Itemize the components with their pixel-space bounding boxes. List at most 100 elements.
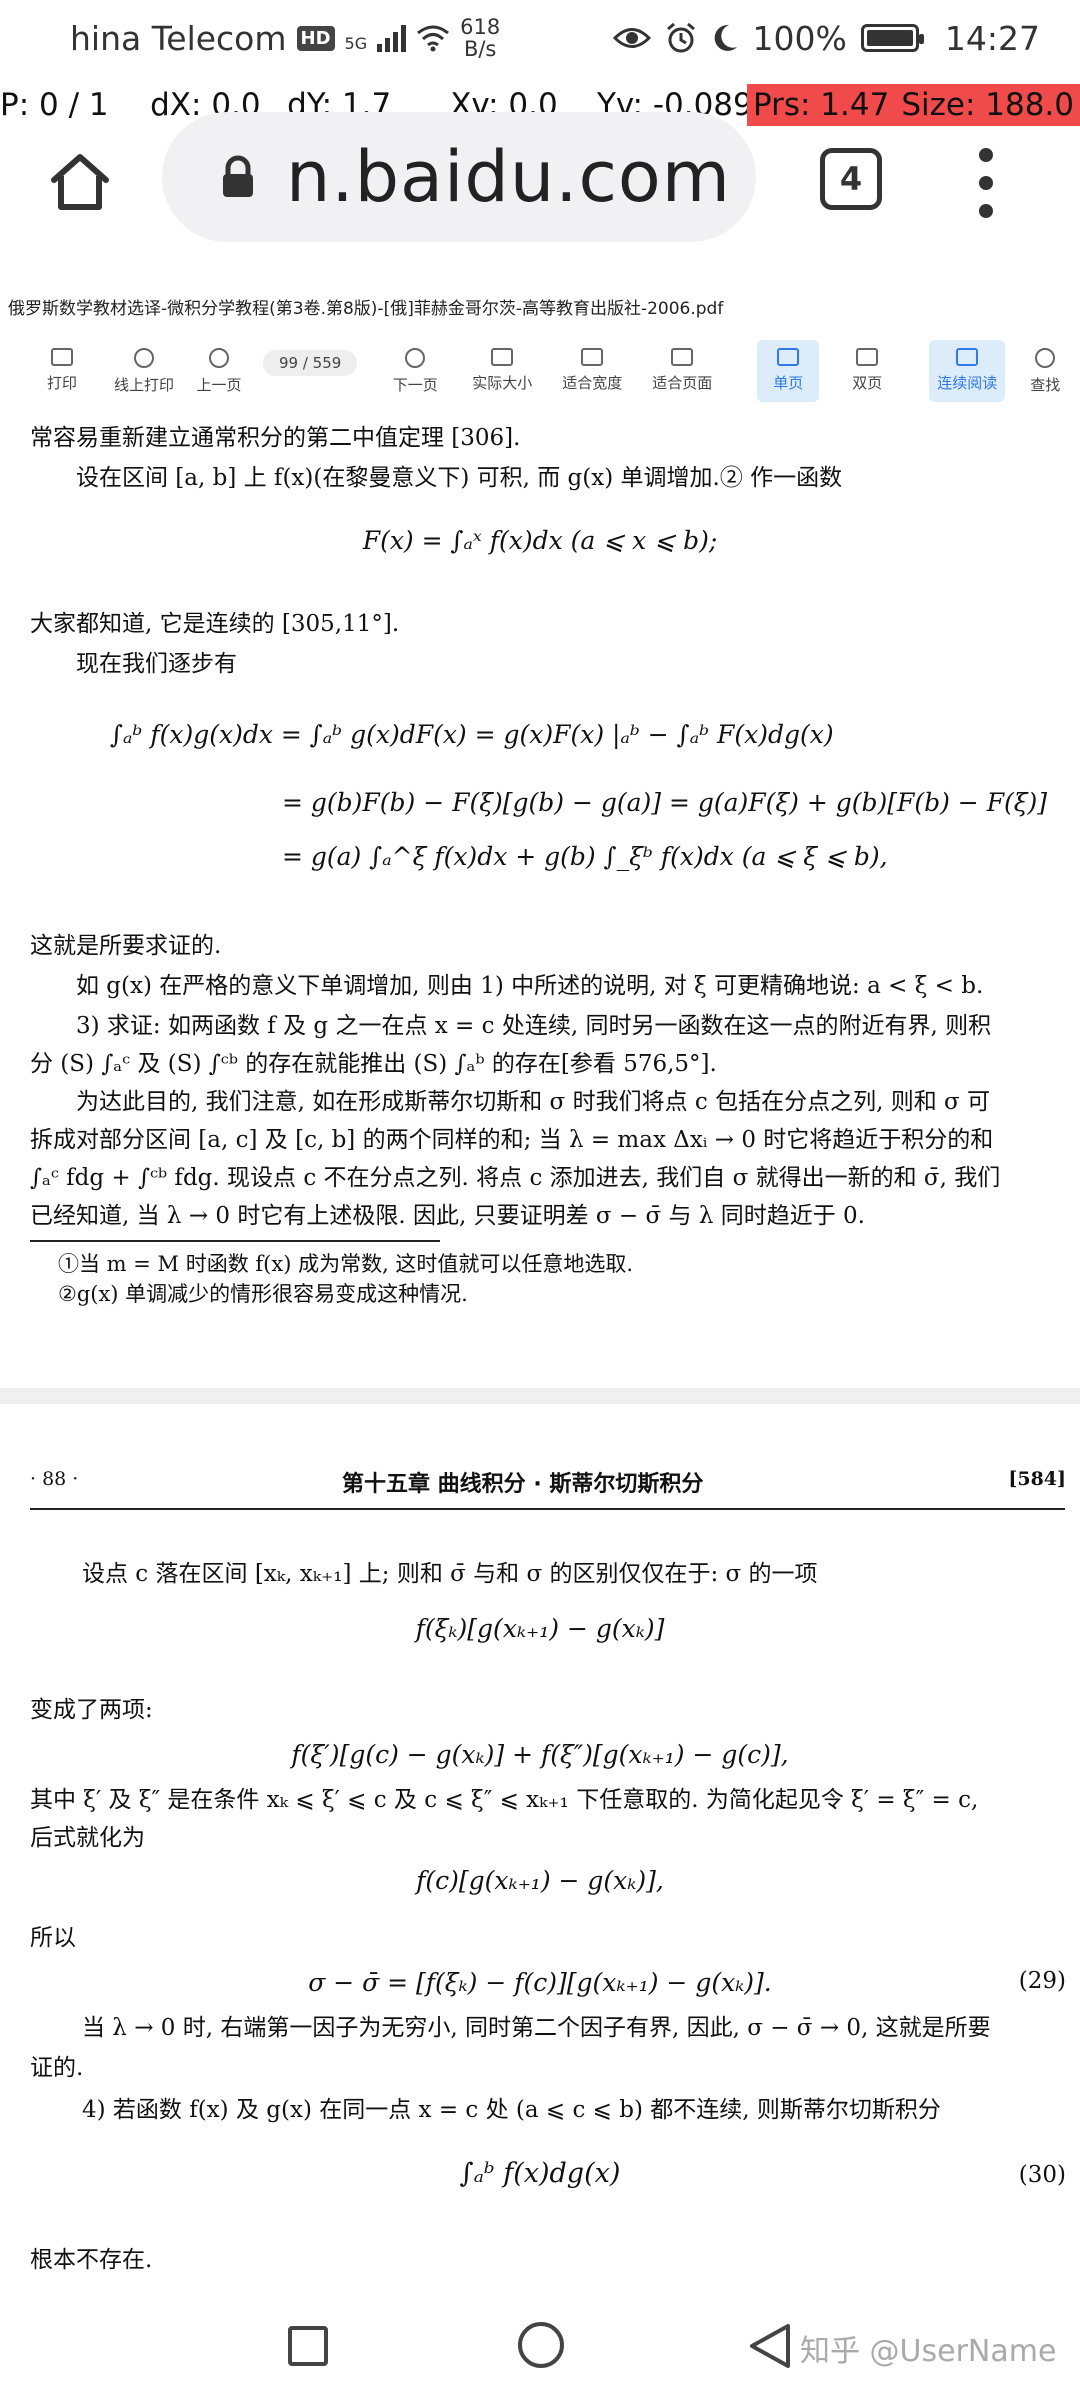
home-button[interactable] — [0, 112, 160, 252]
search-label: 查找 — [1030, 376, 1061, 394]
network-speed: 618 B/s — [460, 16, 500, 60]
equation-F: F(x) = ∫ₐˣ f(x)dx (a ⩽ x ⩽ b); — [362, 526, 718, 555]
single-page-button[interactable]: 单页 — [757, 340, 820, 402]
continuous-read-icon — [956, 348, 979, 366]
equation-number: (29) — [1018, 1968, 1066, 1994]
footnote-separator — [30, 1240, 440, 1242]
url-text: n.baidu.com — [286, 136, 731, 218]
cloud-print-icon — [134, 348, 154, 368]
actual-size-icon — [491, 348, 514, 366]
page-number: · 88 · — [30, 1468, 79, 1490]
speed-value: 618 — [460, 15, 501, 39]
continuous-read-label: 连续阅读 — [937, 374, 998, 392]
footnote: ①当 m = M 时函数 f(x) 成为常数, 这时值就可以任意地选取. — [58, 1252, 634, 1276]
equation-5: f(ξ′)[g(c) − g(xₖ)] + f(ξ″)[g(xₖ₊₁) − g(… — [291, 1740, 789, 1769]
doc-text-line: 当 λ → 0 时, 右端第一因子为无穷小, 同时第二个因子有界, 因此, σ … — [82, 2015, 991, 2041]
network-type: 5G — [344, 34, 368, 53]
clock-time: 14:27 — [944, 18, 1040, 58]
carrier-name: hina Telecom — [70, 18, 287, 58]
printer-icon — [51, 348, 73, 366]
equation-line-3: = g(a) ∫ₐ^ξ f(x)dx + g(b) ∫_ξᵇ f(x)dx (a… — [282, 842, 888, 871]
doc-text-line: 这就是所要求证的. — [30, 933, 222, 959]
search-button[interactable]: 查找 — [1023, 340, 1067, 395]
fit-page-icon — [671, 348, 694, 366]
single-page-icon — [777, 348, 800, 366]
equation-number: (30) — [1018, 2162, 1066, 2188]
battery-percent: 100% — [752, 18, 847, 58]
fit-width-label: 适合宽度 — [562, 374, 623, 392]
tab-switcher-button[interactable]: 4 — [820, 148, 882, 210]
battery-icon — [860, 24, 924, 52]
doc-text-line: 证的. — [30, 2055, 84, 2081]
overflow-menu-button[interactable] — [966, 148, 1006, 218]
recents-button[interactable] — [288, 2326, 328, 2366]
doc-text-line: 分 (S) ∫ₐᶜ 及 (S) ∫ᶜᵇ 的存在就能推出 (S) ∫ₐᵇ 的存在[… — [30, 1051, 717, 1077]
doc-text-line: 其中 ξ′ 及 ξ″ 是在条件 xₖ ⩽ ξ′ ⩽ c 及 c ⩽ ξ″ ⩽ x… — [30, 1787, 979, 1813]
actual-size-button[interactable]: 实际大小 — [467, 340, 537, 393]
double-page-button[interactable]: 双页 — [843, 340, 891, 393]
equation-line-2: = g(b)F(b) − F(ξ)[g(b) − g(a)] = g(a)F(ξ… — [282, 788, 1048, 817]
fit-page-button[interactable]: 适合页面 — [647, 340, 717, 393]
doc-text-line: 常容易重新建立通常积分的第二中值定理 [306]. — [30, 425, 521, 451]
prev-page-button[interactable]: 上一页 — [191, 340, 247, 395]
eye-icon — [612, 28, 651, 48]
chapter-header: 第十五章 曲线积分 · 斯蒂尔切斯积分 — [342, 1472, 704, 1497]
equation-4: f(ξₖ)[g(xₖ₊₁) − g(xₖ)] — [415, 1614, 665, 1643]
home-icon — [51, 154, 109, 210]
page-code: [584] — [1008, 1468, 1066, 1490]
single-page-label: 单页 — [773, 374, 804, 392]
doc-text-line: 根本不存在. — [30, 2247, 153, 2273]
doc-text-line: 大家都知道, 它是连续的 [305,11°]. — [30, 611, 400, 637]
prev-page-label: 上一页 — [196, 376, 242, 394]
doc-text-line: 后式就化为 — [30, 1825, 145, 1851]
continuous-read-button[interactable]: 连续阅读 — [929, 340, 1006, 402]
status-right: 100% 14:27 — [612, 18, 1040, 58]
actual-size-label: 实际大小 — [472, 374, 533, 392]
chevron-left-icon — [209, 348, 229, 368]
status-bar: hina Telecom HD 5G 618 B/s 100% 14:27 — [0, 0, 1080, 76]
browser-toolbar: n.baidu.com 4 — [0, 112, 1080, 252]
home-nav-button[interactable] — [518, 2322, 564, 2368]
speed-unit: B/s — [463, 37, 497, 61]
doc-text-line: 3) 求证: 如两函数 f 及 g 之一在点 x = c 处连续, 同时另一函数… — [76, 1013, 992, 1039]
doc-text-line: 现在我们逐步有 — [76, 651, 237, 677]
search-icon — [1035, 348, 1056, 368]
chevron-right-icon — [405, 348, 426, 368]
online-print-button[interactable]: 线上打印 — [109, 340, 179, 395]
alarm-icon — [666, 22, 695, 53]
doc-text-line: 设点 c 落在区间 [xₖ, xₖ₊₁] 上; 则和 σ̄ 与和 σ 的区别仅仅… — [82, 1561, 818, 1587]
hd-badge: HD — [296, 25, 335, 51]
doc-text-line: 设在区间 [a, b] 上 f(x)(在黎曼意义下) 可积, 而 g(x) 单调… — [76, 465, 843, 491]
doc-text-line: 4) 若函数 f(x) 及 g(x) 在同一点 x = c 处 (a ⩽ c ⩽… — [82, 2097, 941, 2123]
equation-7: σ − σ̄ = [f(ξₖ) − f(c)][g(xₖ₊₁) − g(xₖ)]… — [308, 1968, 772, 1997]
fit-width-button[interactable]: 适合宽度 — [557, 340, 627, 393]
doc-text-line: 已经知道, 当 λ → 0 时它有上述极限. 因此, 只要证明差 σ − σ̄ … — [30, 1203, 865, 1229]
equation-8: ∫ₐᵇ f(x)dg(x) — [459, 2158, 621, 2189]
page-indicator[interactable]: 99 / 559 — [263, 350, 358, 376]
address-bar[interactable]: n.baidu.com — [162, 112, 756, 242]
header-rule — [30, 1508, 1065, 1510]
print-label: 打印 — [46, 374, 77, 392]
next-page-button[interactable]: 下一页 — [387, 340, 443, 395]
equation-6: f(c)[g(xₖ₊₁) − g(xₖ)], — [416, 1866, 664, 1895]
fit-page-label: 适合页面 — [652, 374, 713, 392]
pdf-file-title: 俄罗斯数学教材选译-微积分学教程(第3卷.第8版)-[俄]菲赫金哥尔茨-高等教育… — [8, 299, 724, 319]
doc-text-line: 如 g(x) 在严格的意义下单调增加, 则由 1) 中所述的说明, 对 ξ 可更… — [76, 973, 984, 999]
pdf-toolbar: 打印 线上打印 上一页 99 / 559 下一页 实际大小 适合宽度 适合页面 … — [0, 340, 1080, 418]
tab-count: 4 — [839, 160, 863, 198]
page-separator — [0, 1388, 1080, 1404]
fit-width-icon — [581, 348, 604, 366]
double-page-label: 双页 — [852, 374, 883, 392]
status-left: hina Telecom HD 5G 618 B/s — [70, 16, 613, 60]
print-button[interactable]: 打印 — [40, 340, 84, 393]
doc-text-line: 为达此目的, 我们注意, 如在形成斯蒂尔切斯和 σ 时我们将点 c 包括在分点之… — [76, 1089, 991, 1115]
wifi-icon — [417, 25, 450, 52]
back-triangle-icon[interactable] — [748, 2322, 792, 2370]
signal-icon — [377, 24, 407, 52]
doc-text-line: 拆成对部分区间 [a, c] 及 [c, b] 的两个同样的和; 当 λ = m… — [30, 1127, 994, 1153]
system-navigation-bar: 知乎 @UserName — [0, 2290, 1080, 2400]
doc-text-line: 变成了两项: — [30, 1697, 153, 1723]
double-page-icon — [856, 348, 879, 366]
moon-icon — [714, 24, 737, 51]
watermark-text: 知乎 @UserName — [800, 2334, 1057, 2369]
